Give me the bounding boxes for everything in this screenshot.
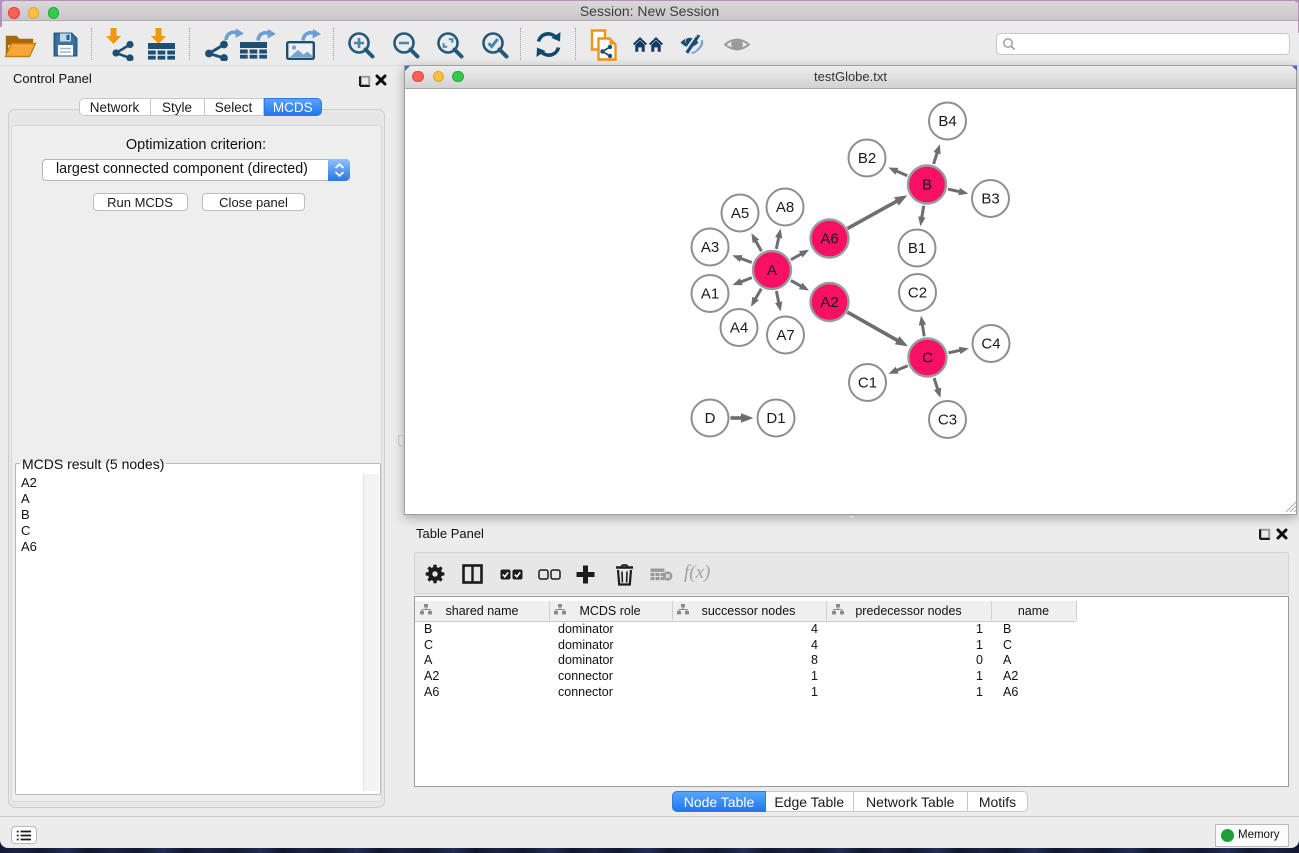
svg-text:B2: B2 (858, 150, 876, 167)
svg-text:C: C (922, 350, 933, 367)
svg-text:A1: A1 (701, 286, 719, 303)
svg-text:A2: A2 (820, 294, 838, 311)
svg-text:C4: C4 (981, 336, 1000, 353)
svg-text:A3: A3 (701, 239, 719, 256)
svg-text:D1: D1 (766, 410, 785, 427)
svg-text:B: B (922, 177, 932, 194)
svg-text:A4: A4 (730, 320, 748, 337)
svg-text:B3: B3 (981, 191, 999, 208)
svg-text:D: D (705, 410, 716, 427)
svg-text:A6: A6 (820, 231, 838, 248)
svg-text:C2: C2 (908, 285, 927, 302)
svg-text:A: A (767, 262, 777, 279)
svg-text:A8: A8 (776, 199, 794, 216)
svg-text:A7: A7 (776, 327, 794, 344)
svg-text:C3: C3 (938, 412, 957, 429)
svg-text:A5: A5 (731, 205, 749, 222)
svg-text:B1: B1 (908, 240, 926, 257)
svg-text:C1: C1 (858, 375, 877, 392)
svg-text:B4: B4 (938, 113, 956, 130)
